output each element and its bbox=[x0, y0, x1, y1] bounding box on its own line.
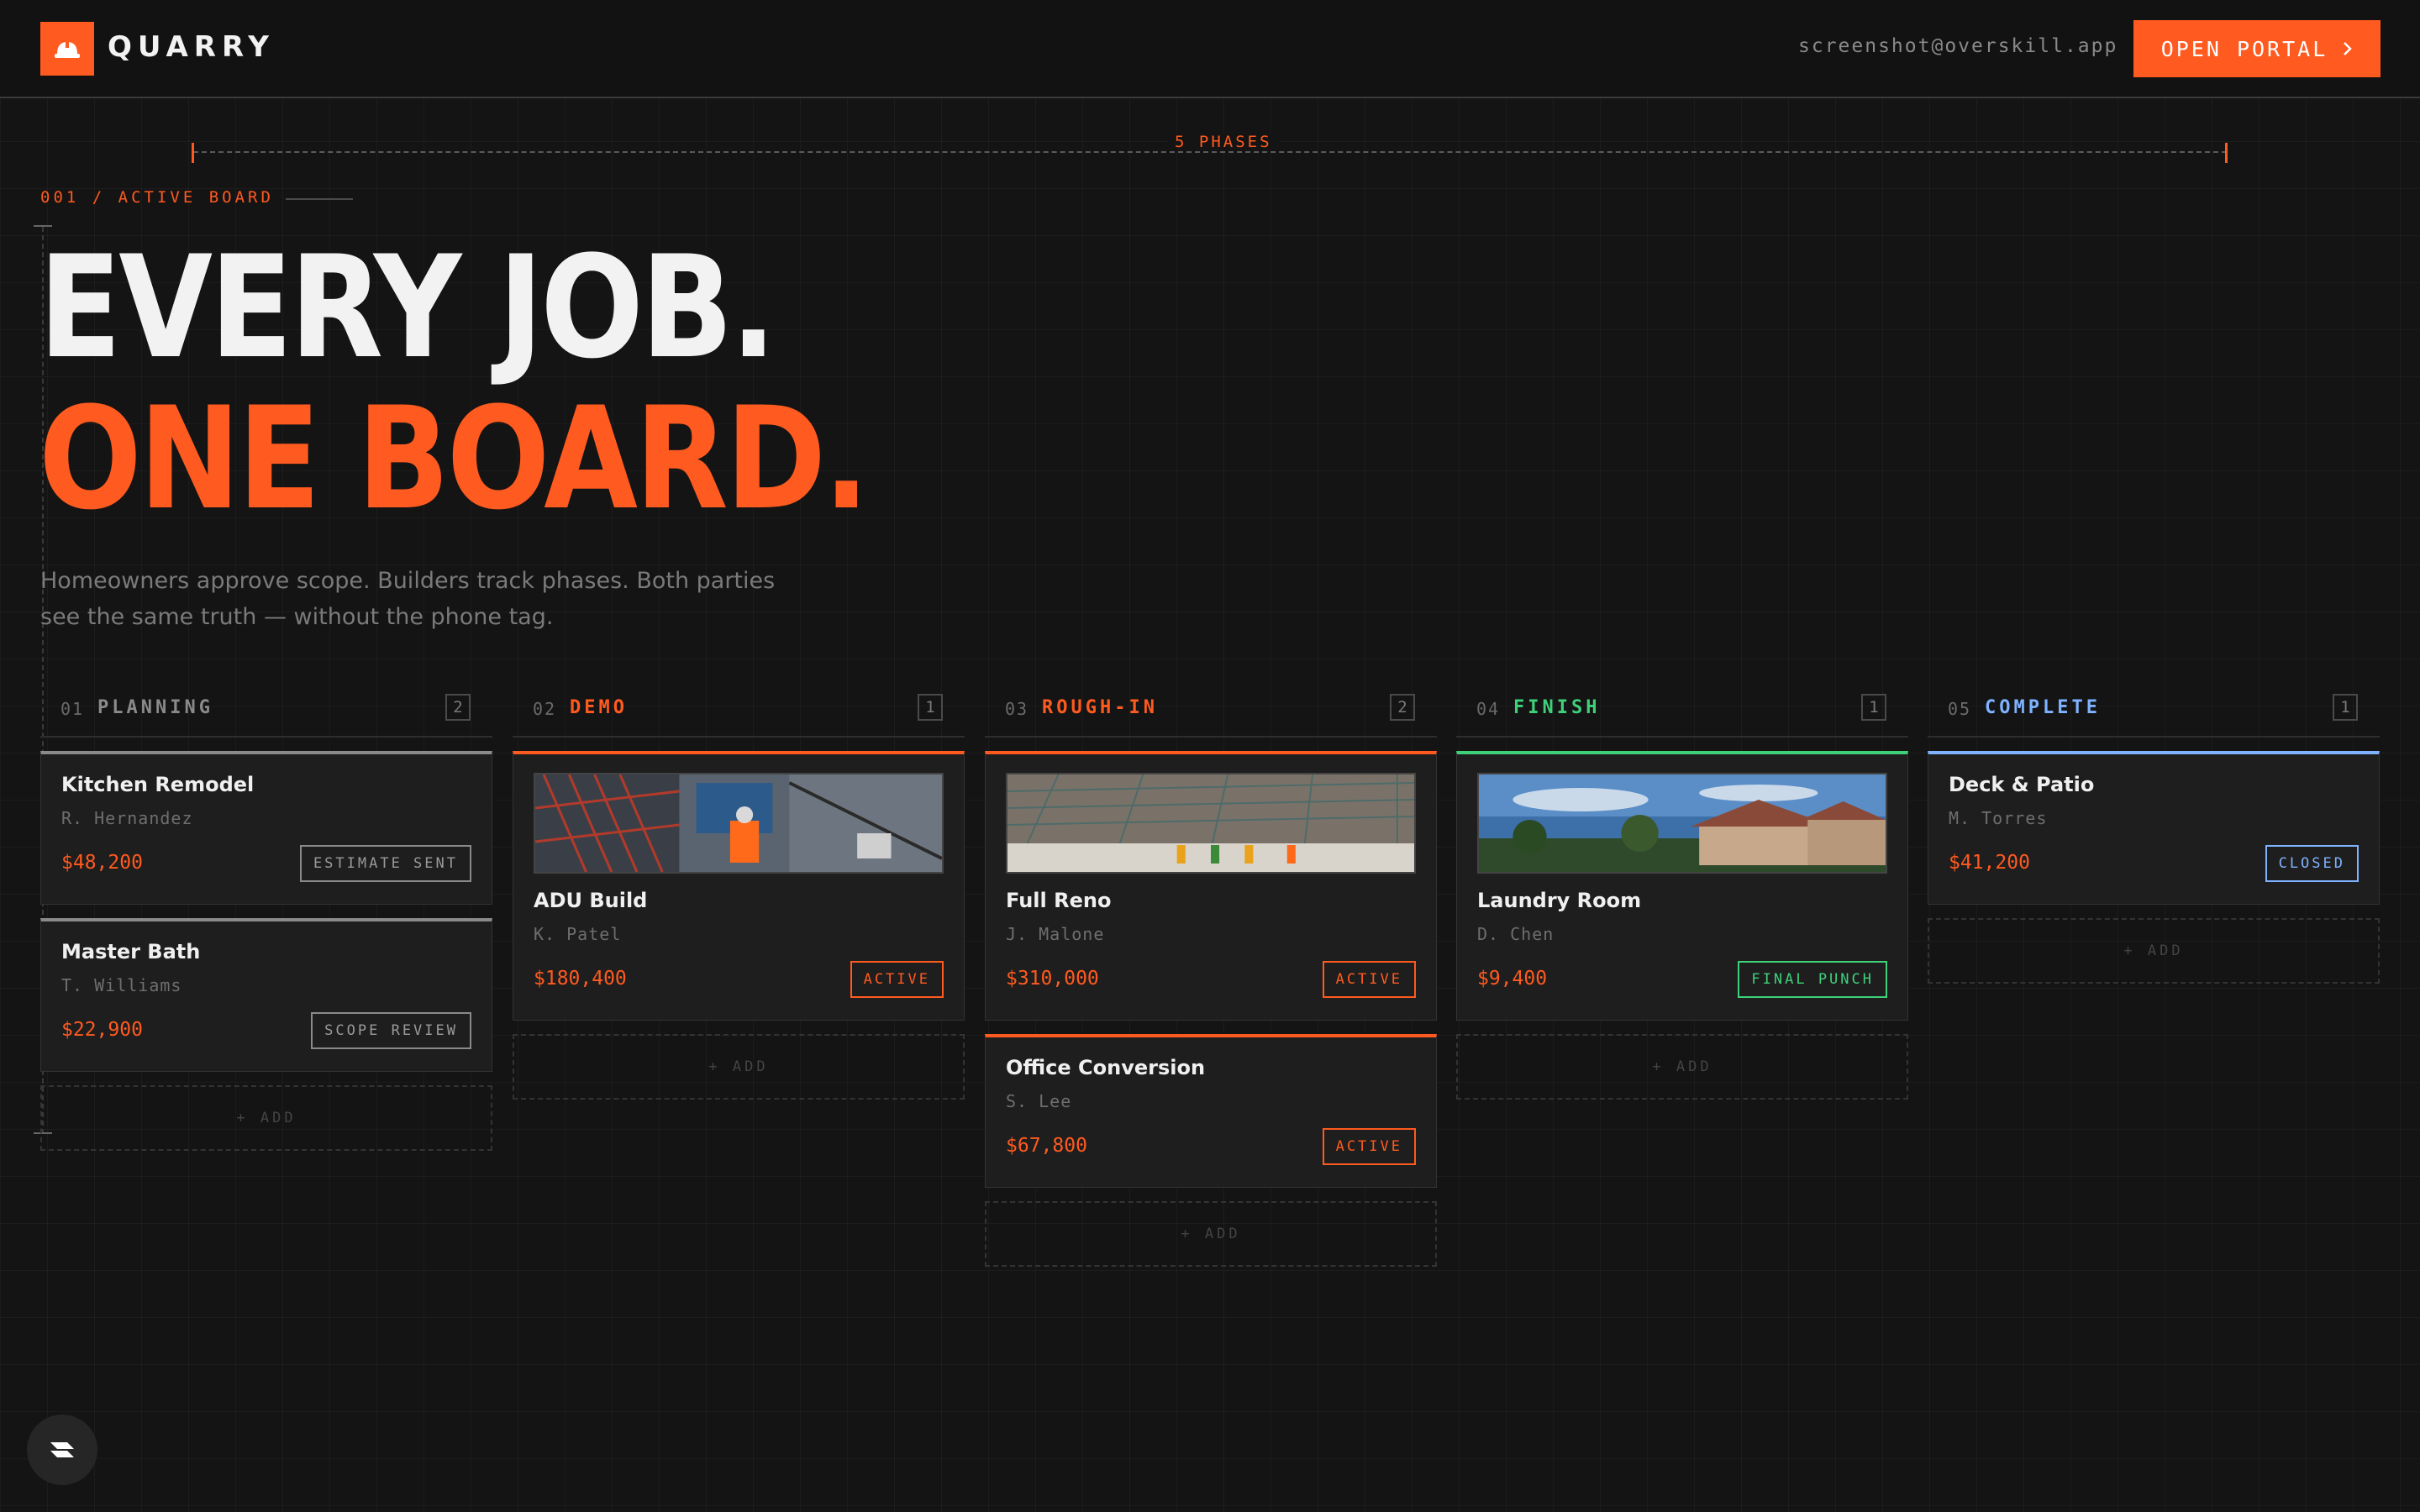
user-email: screenshot@overskill.app bbox=[1798, 35, 2118, 57]
top-bar: QUARRY screenshot@overskill.app OPEN POR… bbox=[0, 0, 2420, 98]
phase-count-label: 5 PHASES bbox=[1168, 133, 1279, 151]
job-owner: M. Torres bbox=[1949, 808, 2048, 828]
job-card[interactable]: Master Bath T. Williams $22,900 SCOPE RE… bbox=[40, 918, 492, 1072]
job-title: Master Bath bbox=[61, 940, 201, 963]
column-demo: 02 DEMO 1 ADU Build K. Patel $180,400 AC… bbox=[513, 689, 965, 1100]
job-card[interactable]: Full Reno J. Malone $310,000 ACTIVE bbox=[985, 751, 1437, 1021]
column-number: 04 bbox=[1476, 699, 1501, 719]
column-header: 01 PLANNING 2 bbox=[40, 689, 492, 738]
column-header: 04 FINISH 1 bbox=[1456, 689, 1908, 738]
add-card-button[interactable]: + ADD bbox=[1456, 1034, 1908, 1100]
job-owner: J. Malone bbox=[1006, 924, 1105, 944]
column-count: 2 bbox=[445, 694, 471, 721]
job-card[interactable]: ADU Build K. Patel $180,400 ACTIVE bbox=[513, 751, 965, 1021]
column-number: 03 bbox=[1005, 699, 1029, 719]
column-number: 01 bbox=[60, 699, 85, 719]
add-card-button[interactable]: + ADD bbox=[513, 1034, 965, 1100]
column-header: 03 ROUGH-IN 2 bbox=[985, 689, 1437, 738]
add-card-button[interactable]: + ADD bbox=[40, 1085, 492, 1151]
job-price: $67,800 bbox=[1006, 1135, 1087, 1157]
floating-app-button[interactable] bbox=[27, 1415, 97, 1485]
job-owner: S. Lee bbox=[1006, 1091, 1072, 1111]
column-number: 02 bbox=[533, 699, 557, 719]
column-header: 02 DEMO 1 bbox=[513, 689, 965, 738]
column-count: 2 bbox=[1390, 694, 1415, 721]
job-price: $180,400 bbox=[534, 968, 627, 990]
job-owner: T. Williams bbox=[61, 975, 182, 995]
add-card-button[interactable]: + ADD bbox=[985, 1201, 1437, 1267]
brand-name: QUARRY bbox=[108, 30, 275, 64]
headline-line-1: EVERY JOB. bbox=[39, 225, 776, 390]
column-complete: 05 COMPLETE 1 Deck & Patio M. Torres $41… bbox=[1928, 689, 2380, 984]
job-owner: R. Hernandez bbox=[61, 808, 193, 828]
app-logo-icon bbox=[50, 1442, 74, 1457]
open-portal-label: OPEN PORTAL bbox=[2160, 36, 2328, 61]
job-owner: D. Chen bbox=[1477, 924, 1555, 944]
column-header: 05 COMPLETE 1 bbox=[1928, 689, 2380, 738]
job-title: Laundry Room bbox=[1477, 889, 1642, 912]
section-label: 001 / ACTIVE BOARD bbox=[40, 188, 274, 207]
job-title: Kitchen Remodel bbox=[61, 773, 255, 796]
job-card[interactable]: Deck & Patio M. Torres $41,200 CLOSED bbox=[1928, 751, 2380, 905]
ruler-tick-start bbox=[192, 143, 194, 163]
hero-subtitle: Homeowners approve scope. Builders track… bbox=[40, 568, 776, 630]
job-price: $22,900 bbox=[61, 1019, 143, 1041]
chevron-right-icon bbox=[2344, 42, 2353, 55]
column-title: FINISH bbox=[1513, 697, 1601, 718]
status-badge: CLOSED bbox=[2265, 845, 2359, 882]
job-card[interactable]: Office Conversion S. Lee $67,800 ACTIVE bbox=[985, 1034, 1437, 1188]
column-count: 1 bbox=[918, 694, 943, 721]
column-number: 05 bbox=[1948, 699, 1972, 719]
section-divider bbox=[286, 198, 353, 200]
column-count: 1 bbox=[2333, 694, 2358, 721]
house-exterior-photo bbox=[1477, 773, 1887, 874]
open-portal-button[interactable]: OPEN PORTAL bbox=[2133, 20, 2381, 77]
column-title: COMPLETE bbox=[1985, 697, 2101, 718]
logo[interactable] bbox=[40, 22, 94, 76]
column-count: 1 bbox=[1861, 694, 1886, 721]
job-owner: K. Patel bbox=[534, 924, 622, 944]
hard-hat-icon bbox=[55, 39, 80, 58]
job-price: $310,000 bbox=[1006, 968, 1099, 990]
status-badge: SCOPE REVIEW bbox=[311, 1012, 471, 1049]
job-card[interactable]: Kitchen Remodel R. Hernandez $48,200 EST… bbox=[40, 751, 492, 905]
status-badge: ACTIVE bbox=[1322, 961, 1416, 998]
add-card-button[interactable]: + ADD bbox=[1928, 918, 2380, 984]
construction-site-photo bbox=[534, 773, 944, 874]
job-card[interactable]: Laundry Room D. Chen $9,400 FINAL PUNCH bbox=[1456, 751, 1908, 1021]
column-title: PLANNING bbox=[97, 697, 213, 718]
status-badge: ACTIVE bbox=[1322, 1128, 1416, 1165]
foundation-rebar-photo bbox=[1006, 773, 1416, 874]
job-price: $9,400 bbox=[1477, 968, 1548, 990]
column-title: DEMO bbox=[570, 697, 628, 718]
job-price: $41,200 bbox=[1949, 852, 2030, 874]
job-title: Office Conversion bbox=[1006, 1056, 1206, 1079]
job-title: ADU Build bbox=[534, 889, 648, 912]
headline-line-2: ONE BOARD. bbox=[39, 376, 870, 541]
column-title: ROUGH-IN bbox=[1042, 697, 1158, 718]
job-price: $48,200 bbox=[61, 852, 143, 874]
status-badge: ACTIVE bbox=[850, 961, 944, 998]
status-badge: FINAL PUNCH bbox=[1738, 961, 1887, 998]
status-badge: ESTIMATE SENT bbox=[299, 845, 471, 882]
phase-ruler bbox=[193, 151, 2227, 153]
column-rough-in: 03 ROUGH-IN 2 Full Reno J. Malone $310,0… bbox=[985, 689, 1437, 1267]
job-title: Deck & Patio bbox=[1949, 773, 2095, 796]
column-planning: 01 PLANNING 2 Kitchen Remodel R. Hernand… bbox=[40, 689, 492, 1151]
column-finish: 04 FINISH 1 Laundry Room D. Chen $9,400 … bbox=[1456, 689, 1908, 1100]
job-title: Full Reno bbox=[1006, 889, 1112, 912]
ruler-tick-end bbox=[2225, 143, 2228, 163]
